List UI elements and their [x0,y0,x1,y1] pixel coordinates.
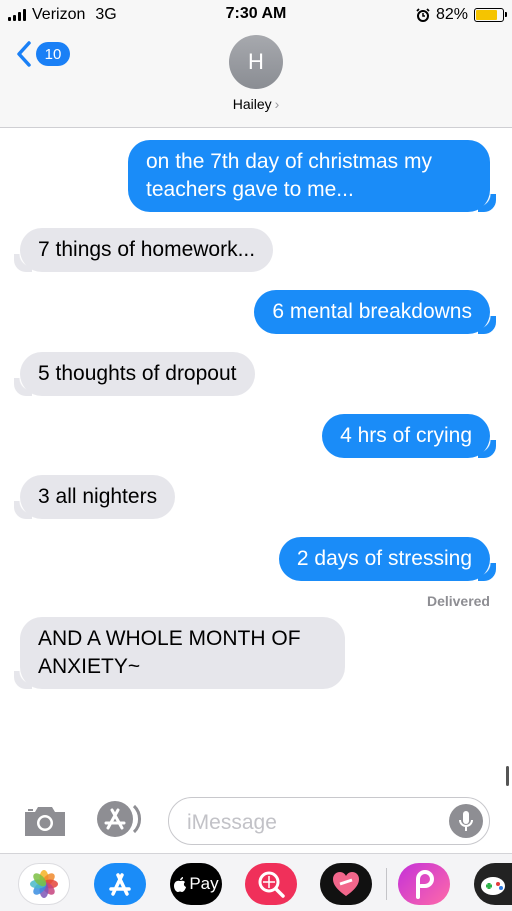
photos-app-button[interactable] [18,863,70,905]
input-placeholder: iMessage [187,811,277,834]
back-button[interactable]: 10 [16,40,70,68]
unread-count-badge: 10 [36,42,70,66]
drawer-divider [386,868,387,900]
game-app-icon [481,877,505,895]
avatar-initial: H [248,49,264,74]
photos-app-icon [30,870,58,898]
message-text: 5 thoughts of dropout [38,362,237,385]
delivered-status: Delivered [426,593,490,609]
app-store-button[interactable] [96,800,142,838]
message-bubble-outgoing[interactable]: 2 days of stressing [278,537,497,581]
app-drawer: Pay [0,853,512,911]
scroll-indicator[interactable] [506,766,509,786]
heart-sticker-app-icon [333,872,359,896]
contact-avatar[interactable]: H [229,35,283,89]
chevron-right-icon: › [274,96,280,112]
battery-percent: 82% [435,6,468,23]
microphone-icon [459,811,473,831]
message-text: on the 7th day of christmas my teachers … [146,150,432,201]
apple-pay-label: Pay [189,874,219,893]
message-text: 2 days of stressing [296,547,472,570]
app-store-app-button[interactable] [94,863,146,905]
contact-name-button[interactable]: Hailey › [0,96,512,112]
alarm-clock-icon [416,8,430,22]
camera-icon [25,807,65,836]
apple-pay-app-button[interactable]: Pay [170,863,222,905]
message-bubble-incoming[interactable]: 5 thoughts of dropout [14,352,255,396]
message-text: 6 mental breakdowns [272,300,472,323]
game-app-button[interactable] [474,863,512,905]
message-text: 4 hrs of crying [340,424,472,447]
apple-logo-icon [174,876,187,892]
contact-name: Hailey [232,96,272,112]
app-store-icon [97,801,141,837]
messages-screen: 10 H Hailey › Verizon 3G 7:30 AM 82% on t… [0,0,512,911]
battery-icon [474,8,507,22]
message-text: 7 things of homework... [38,238,256,261]
search-images-icon [258,871,285,898]
image-search-app-button[interactable] [245,863,297,905]
message-bubble-incoming[interactable]: AND A WHOLE MONTH OF ANXIETY~ [14,617,345,689]
message-bubble-outgoing[interactable]: 4 hrs of crying [322,414,496,458]
message-text: AND A WHOLE MONTH OF ANXIETY~ [38,627,301,678]
imessage-input[interactable]: iMessage [168,797,490,845]
message-bubble-incoming[interactable]: 3 all nighters [13,475,176,519]
message-bubble-outgoing[interactable]: 6 mental breakdowns [254,290,496,334]
message-bubble-incoming[interactable]: 7 things of homework... [13,228,274,272]
app-store-icon [109,873,131,896]
picsart-app-icon [416,870,434,899]
camera-button[interactable] [22,803,68,844]
message-bubble-outgoing[interactable]: on the 7th day of christmas my teachers … [128,140,496,212]
dictation-button[interactable] [449,804,483,838]
status-bar: Verizon 3G 7:30 AM 82% [0,0,512,30]
chevron-left-icon [17,41,31,67]
message-text: 3 all nighters [38,485,158,508]
picsart-app-button[interactable] [398,863,450,905]
heart-sticker-app-button[interactable] [320,863,372,905]
